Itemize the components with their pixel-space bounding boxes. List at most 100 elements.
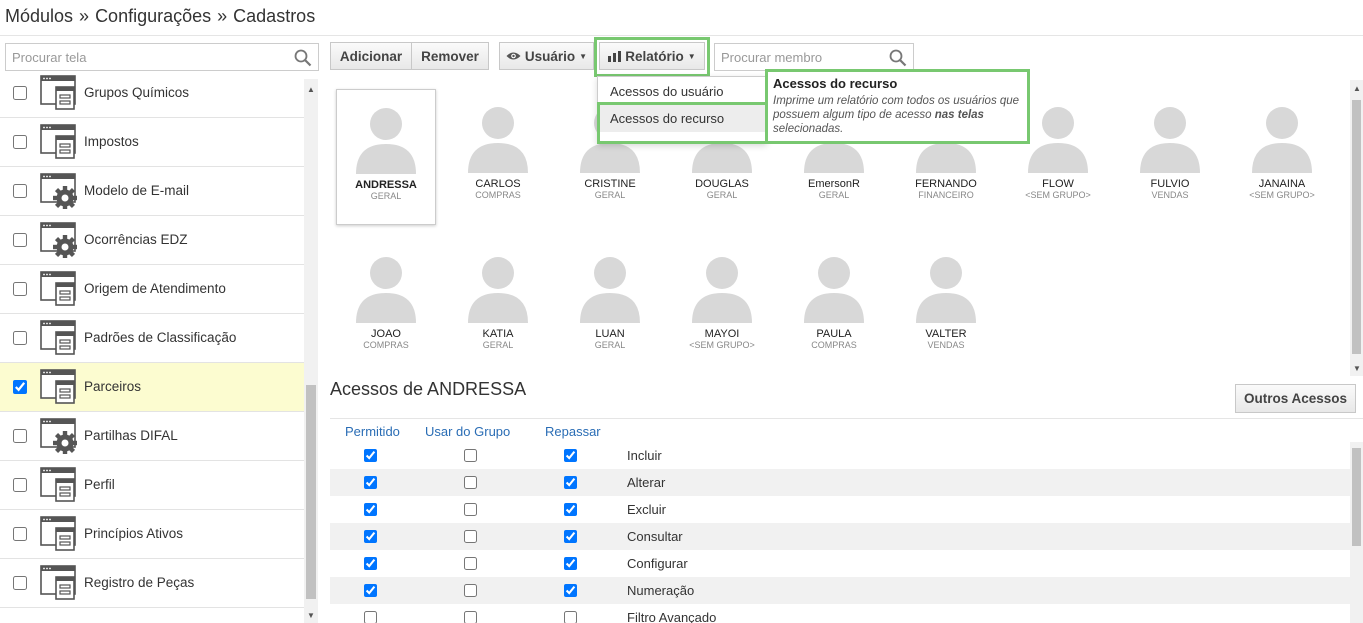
permitido-checkbox[interactable] [364, 476, 377, 489]
member-name: PAULA [816, 328, 852, 340]
scroll-down-icon[interactable]: ▼ [1353, 364, 1361, 373]
member-name: FULVIO [1150, 178, 1190, 190]
screen-list-item[interactable]: Registro de Peças [0, 559, 304, 608]
usar-grupo-checkbox[interactable] [464, 530, 477, 543]
screen-checkbox[interactable] [13, 233, 27, 247]
eye-icon [506, 52, 521, 60]
repassar-checkbox[interactable] [564, 557, 577, 570]
permitido-checkbox[interactable] [364, 530, 377, 543]
other-access-button[interactable]: Outros Acessos [1235, 384, 1356, 413]
user-menu-button[interactable]: Usuário ▼ [499, 42, 594, 70]
member-card[interactable]: CARLOS COMPRAS [448, 89, 548, 200]
screen-list-item[interactable]: Origem de Atendimento [0, 265, 304, 314]
avatar-icon [1252, 107, 1312, 173]
screen-list-item[interactable]: Partilhas DIFAL [0, 412, 304, 461]
screen-checkbox[interactable] [13, 527, 27, 541]
screen-checkbox[interactable] [13, 184, 27, 198]
avatar-icon [356, 108, 416, 174]
screen-checkbox[interactable] [13, 135, 27, 149]
permitido-checkbox[interactable] [364, 503, 377, 516]
column-header-repassar: Repassar [545, 424, 601, 439]
screen-list-item[interactable]: Perfil [0, 461, 304, 510]
screen-checkbox[interactable] [13, 331, 27, 345]
repassar-checkbox[interactable] [564, 503, 577, 516]
scroll-up-icon[interactable]: ▲ [307, 85, 315, 94]
remove-button[interactable]: Remover [411, 42, 489, 70]
member-search-box [714, 43, 914, 71]
scrollbar-thumb[interactable] [306, 385, 316, 599]
search-icon[interactable] [889, 49, 907, 67]
screen-checkbox[interactable] [13, 282, 27, 296]
screen-list-item[interactable]: Parceiros [0, 363, 304, 412]
screen-checkbox[interactable] [13, 380, 27, 394]
screen-label: Modelo de E-mail [84, 183, 190, 198]
usar-grupo-checkbox[interactable] [464, 503, 477, 516]
repassar-checkbox[interactable] [564, 584, 577, 597]
repassar-checkbox[interactable] [564, 476, 577, 489]
repassar-checkbox[interactable] [564, 611, 577, 623]
member-group: GERAL [818, 190, 850, 200]
usar-grupo-checkbox[interactable] [464, 611, 477, 623]
screen-checkbox[interactable] [13, 576, 27, 590]
permitido-checkbox[interactable] [364, 557, 377, 570]
member-card[interactable]: FULVIO VENDAS [1120, 89, 1220, 200]
member-card[interactable]: MAYOI <SEM GRUPO> [672, 239, 772, 350]
screen-label: Padrões de Classificação [84, 330, 237, 345]
member-name: MAYOI [704, 328, 740, 340]
member-card[interactable]: VALTER VENDAS [896, 239, 996, 350]
repassar-checkbox[interactable] [564, 530, 577, 543]
permitido-checkbox[interactable] [364, 584, 377, 597]
screen-checkbox[interactable] [13, 429, 27, 443]
permission-label: Incluir [627, 448, 662, 463]
member-card[interactable]: ANDRESSA GERAL [336, 89, 436, 225]
usar-grupo-checkbox[interactable] [464, 584, 477, 597]
member-card[interactable]: PAULA COMPRAS [784, 239, 884, 350]
screen-list-item[interactable]: Impostos [0, 118, 304, 167]
screen-search-box [5, 43, 319, 71]
member-card[interactable]: KATIA GERAL [448, 239, 548, 350]
screen-list-item[interactable]: Modelo de E-mail [0, 167, 304, 216]
screen-list-item[interactable]: Princípios Ativos [0, 510, 304, 559]
screen-list-item[interactable]: Ocorrências EDZ [0, 216, 304, 265]
member-name: JOAO [371, 328, 401, 340]
member-card[interactable]: JOAO COMPRAS [336, 239, 436, 350]
permitido-checkbox[interactable] [364, 611, 377, 623]
add-button[interactable]: Adicionar [330, 42, 412, 70]
screen-search-input[interactable] [6, 44, 286, 70]
scroll-down-icon[interactable]: ▼ [307, 611, 315, 620]
screen-checkbox[interactable] [13, 86, 27, 100]
member-name: FLOW [1042, 178, 1074, 190]
breadcrumb-modulos[interactable]: Módulos [5, 6, 73, 26]
screen-list-item[interactable]: Padrões de Classificação [0, 314, 304, 363]
permissions-scrollbar[interactable] [1350, 442, 1363, 623]
screen-checkbox[interactable] [13, 478, 27, 492]
scrollbar-thumb[interactable] [1352, 448, 1361, 546]
permitido-checkbox[interactable] [364, 449, 377, 462]
members-scrollbar[interactable]: ▲ ▼ [1350, 80, 1363, 376]
member-name: FERNANDO [915, 178, 977, 190]
gear-form-icon [40, 418, 78, 457]
menu-item-user-access[interactable]: Acessos do usuário [610, 84, 723, 99]
gear-form-icon [40, 173, 78, 212]
permission-row: Numeração [330, 577, 1350, 604]
repassar-checkbox[interactable] [564, 449, 577, 462]
scrollbar-thumb[interactable] [1352, 100, 1361, 354]
search-icon[interactable] [294, 49, 312, 67]
usar-grupo-checkbox[interactable] [464, 557, 477, 570]
avatar-icon [356, 257, 416, 323]
screen-list-scrollbar[interactable]: ▲ ▼ [304, 79, 318, 623]
member-card[interactable]: LUAN GERAL [560, 239, 660, 350]
screen-label: Partilhas DIFAL [84, 428, 178, 443]
screen-list-item[interactable]: Grupos Químicos [0, 69, 304, 118]
permissions-table: Incluir Alterar Excluir Consultar Configurar… [330, 442, 1350, 623]
usar-grupo-checkbox[interactable] [464, 449, 477, 462]
report-button-highlight [594, 37, 710, 77]
member-name: ANDRESSA [355, 179, 417, 191]
member-search-input[interactable] [715, 44, 885, 70]
member-card[interactable]: JANAINA <SEM GRUPO> [1232, 89, 1332, 200]
access-divider [330, 418, 1363, 419]
breadcrumb-configuracoes[interactable]: Configurações [95, 6, 211, 26]
scroll-up-icon[interactable]: ▲ [1353, 84, 1361, 93]
usar-grupo-checkbox[interactable] [464, 476, 477, 489]
member-name: DOUGLAS [695, 178, 749, 190]
